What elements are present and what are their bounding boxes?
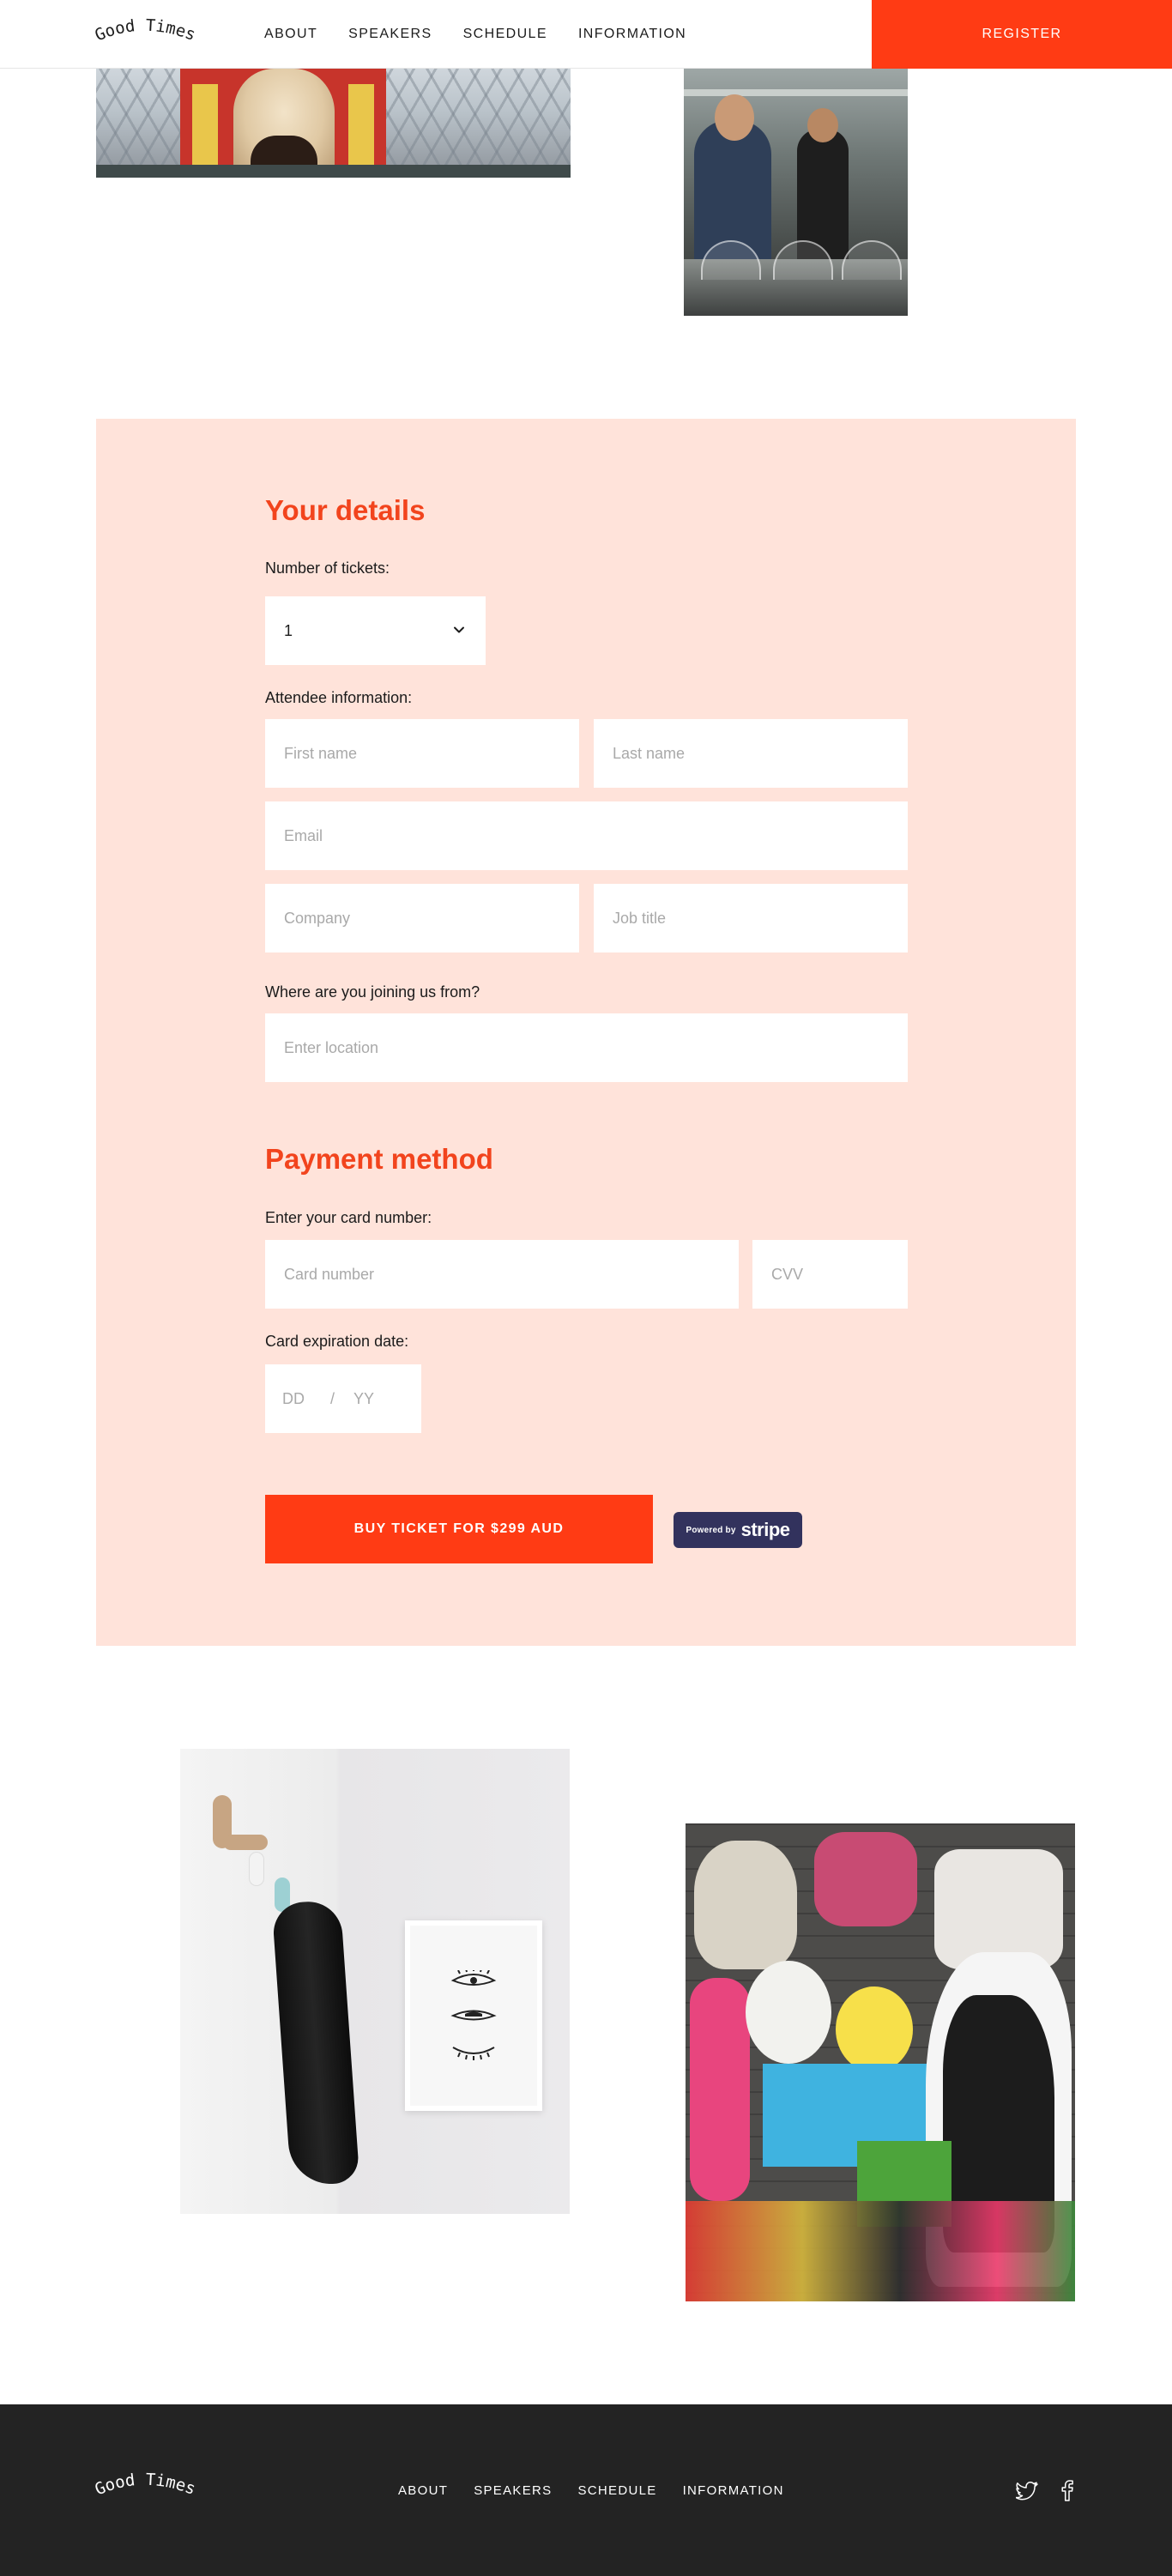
site-header: Good Times ABOUT SPEAKERS SCHEDULE INFOR…: [0, 0, 1172, 69]
logo-text: Good Times: [92, 16, 198, 45]
logo-wordmark: Good Times: [92, 16, 198, 45]
email-field[interactable]: Email: [265, 801, 908, 870]
buy-ticket-button[interactable]: BUY TICKET FOR $299 AUD: [265, 1495, 653, 1563]
attendee-label: Attendee information:: [265, 689, 413, 706]
expiry-label: Card expiration date:: [265, 1333, 409, 1350]
first-name-field[interactable]: First name: [265, 719, 579, 788]
stripe-badge: Powered by stripe: [674, 1512, 802, 1548]
nav-schedule[interactable]: SCHEDULE: [463, 27, 547, 42]
footer-nav-about[interactable]: ABOUT: [398, 2483, 448, 2498]
twitter-icon[interactable]: [1016, 2478, 1040, 2502]
nav-speakers[interactable]: SPEAKERS: [348, 27, 432, 42]
svg-text:Good Times: Good Times: [94, 16, 198, 45]
expiry-day: DD: [282, 1389, 305, 1407]
expiry-year: YY: [353, 1389, 375, 1407]
nav-about[interactable]: ABOUT: [264, 27, 317, 42]
payment-title: Payment method: [265, 1143, 493, 1175]
footer-logo-text: Good Times: [92, 2470, 198, 2500]
card-number-field[interactable]: Card number: [265, 1240, 739, 1309]
half-eye-icon: [450, 2010, 497, 2021]
expiry-field[interactable]: DD / YY: [265, 1364, 421, 1433]
footer-nav-schedule[interactable]: SCHEDULE: [577, 2483, 656, 2498]
stripe-logo: stripe: [740, 1519, 790, 1540]
job-title-field[interactable]: Job title: [594, 884, 908, 952]
registration-form: Your details Number of tickets: 1 Attend…: [96, 419, 1076, 1646]
coat-hooks-photo: [180, 1749, 570, 2214]
main-nav: ABOUT SPEAKERS SCHEDULE INFORMATION: [264, 0, 686, 69]
site-footer: Good Times ABOUT SPEAKERS SCHEDULE INFOR…: [0, 2404, 1172, 2576]
facebook-icon[interactable]: [1055, 2478, 1079, 2502]
svg-text:Good Times: Good Times: [94, 2470, 198, 2500]
location-field[interactable]: Enter location: [265, 1013, 908, 1082]
eye-print-frame: [405, 1920, 542, 2111]
footer-logo-wordmark: Good Times: [92, 2470, 198, 2500]
footer-nav: ABOUT SPEAKERS SCHEDULE INFORMATION: [398, 2404, 784, 2576]
footer-nav-speakers[interactable]: SPEAKERS: [474, 2483, 552, 2498]
card-label: Enter your card number:: [265, 1209, 432, 1226]
expiry-separator: /: [330, 1389, 335, 1407]
cvv-field[interactable]: CVV: [752, 1240, 908, 1309]
footer-logo[interactable]: Good Times: [92, 2466, 214, 2511]
location-label: Where are you joining us from?: [265, 983, 480, 1001]
coffee-bar-photo: [684, 69, 908, 316]
chevron-down-icon: [454, 626, 464, 633]
logo[interactable]: Good Times: [92, 12, 214, 57]
tickets-select[interactable]: 1: [265, 596, 486, 665]
stripe-prefix: Powered by: [686, 1525, 736, 1535]
details-title: Your details: [265, 494, 426, 526]
register-button[interactable]: REGISTER: [872, 0, 1172, 69]
nav-information[interactable]: INFORMATION: [578, 27, 686, 42]
tickets-label: Number of tickets:: [265, 559, 390, 577]
last-name-field[interactable]: Last name: [594, 719, 908, 788]
tickets-value: 1: [284, 621, 293, 639]
open-eye-icon: [450, 1970, 497, 1986]
graffiti-wall-photo: [686, 1823, 1075, 2301]
footer-nav-information[interactable]: INFORMATION: [683, 2483, 784, 2498]
luna-park-photo: [96, 69, 571, 178]
company-field[interactable]: Company: [265, 884, 579, 952]
closed-eye-icon: [452, 2047, 495, 2060]
